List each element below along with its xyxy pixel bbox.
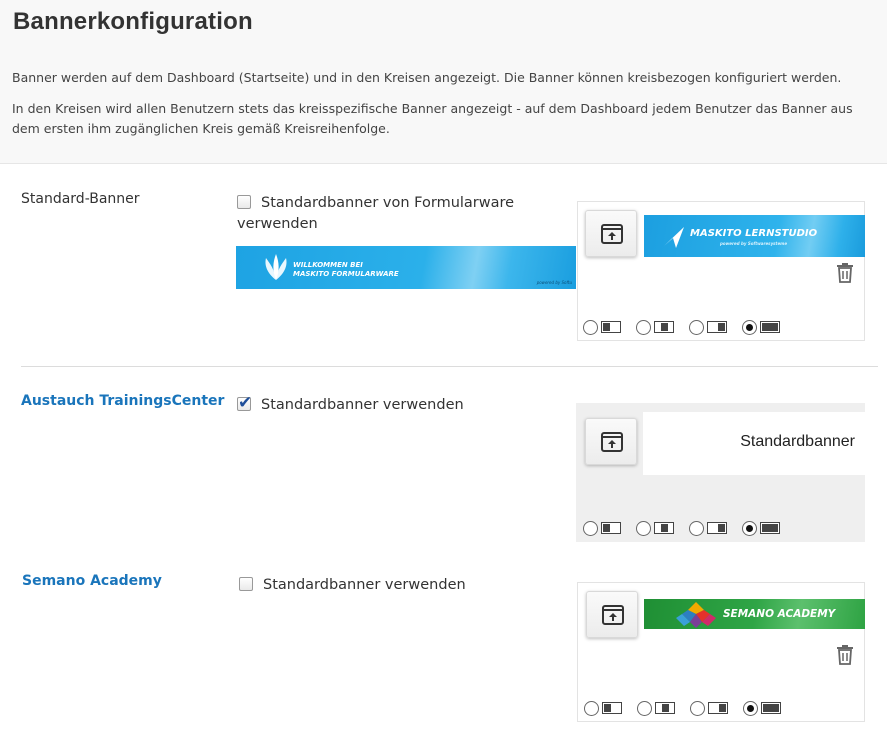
layout-left-icon: [601, 321, 621, 333]
trash-icon[interactable]: [836, 645, 854, 665]
trash-icon[interactable]: [836, 263, 854, 283]
upload-button[interactable]: [586, 591, 638, 638]
layout-right-icon: [707, 522, 727, 534]
radio-button[interactable]: [636, 521, 651, 536]
preview-banner-placeholder: Standardbanner: [643, 412, 865, 475]
section-label-semano-academy[interactable]: Semano Academy: [22, 573, 162, 589]
radio-button-selected[interactable]: [742, 521, 757, 536]
layout-right-icon: [708, 702, 728, 714]
radio-button[interactable]: [690, 701, 705, 716]
lotus-icon: [265, 254, 287, 280]
upload-icon: [601, 432, 623, 452]
checkbox-label: Standardbanner verwenden: [263, 577, 466, 593]
layout-left-icon: [602, 702, 622, 714]
section-label-standard-banner: Standard-Banner: [21, 191, 140, 207]
page-title: Bannerkonfiguration: [13, 8, 253, 35]
banner-preview-semano: SEMANO ACADEMY: [577, 582, 865, 722]
radio-button[interactable]: [636, 320, 651, 335]
layout-center-icon: [655, 702, 675, 714]
layout-left-icon: [601, 522, 621, 534]
austauch-standard-checkbox[interactable]: [237, 393, 252, 413]
page-header: Bannerkonfiguration Banner werden auf de…: [0, 0, 887, 164]
radio-button[interactable]: [689, 320, 704, 335]
layout-center-icon: [654, 522, 674, 534]
preview-banner-image: MASKITO LERNSTUDIO powered by Softwaresy…: [644, 215, 865, 257]
arrow-logo-icon: [664, 227, 684, 248]
section-label-austauch-trainingscenter[interactable]: Austauch TrainingsCenter: [21, 393, 224, 409]
layout-full-icon: [760, 321, 780, 333]
description-intro: Banner werden auf dem Dashboard (Startse…: [12, 70, 842, 85]
layout-full-icon: [761, 702, 781, 714]
checkbox-label: Standardbanner verwenden: [261, 397, 464, 413]
description-details: In den Kreisen wird allen Benutzern stet…: [12, 101, 853, 136]
section-divider: [21, 366, 878, 367]
radio-button[interactable]: [583, 320, 598, 335]
radio-button[interactable]: [584, 701, 599, 716]
upload-button[interactable]: [585, 418, 637, 465]
layout-full-icon: [760, 522, 780, 534]
radio-button[interactable]: [637, 701, 652, 716]
upload-button[interactable]: [585, 210, 637, 257]
preview-banner-image: SEMANO ACADEMY: [644, 599, 865, 629]
default-banner-image: WILLKOMMEN BEI MASKITO FORMULARWARE powe…: [236, 246, 576, 289]
upload-icon: [601, 224, 623, 244]
banner-preview-austauch: Standardbanner: [576, 403, 865, 542]
layout-right-icon: [707, 321, 727, 333]
upload-icon: [602, 605, 624, 625]
radio-button[interactable]: [689, 521, 704, 536]
banner-preview-standard: MASKITO LERNSTUDIO powered by Softwaresy…: [577, 201, 865, 341]
radio-button-selected[interactable]: [743, 701, 758, 716]
default-banner-footer: powered by Softu: [536, 280, 572, 285]
checkbox-label: Standardbanner von Formularware verwende…: [237, 195, 515, 232]
default-banner-title: WILLKOMMEN BEI MASKITO FORMULARWARE: [293, 261, 399, 278]
radio-button[interactable]: [583, 521, 598, 536]
semano-logo-icon: [676, 602, 716, 628]
layout-center-icon: [654, 321, 674, 333]
radio-button-selected[interactable]: [742, 320, 757, 335]
semano-standard-checkbox[interactable]: [239, 577, 253, 591]
